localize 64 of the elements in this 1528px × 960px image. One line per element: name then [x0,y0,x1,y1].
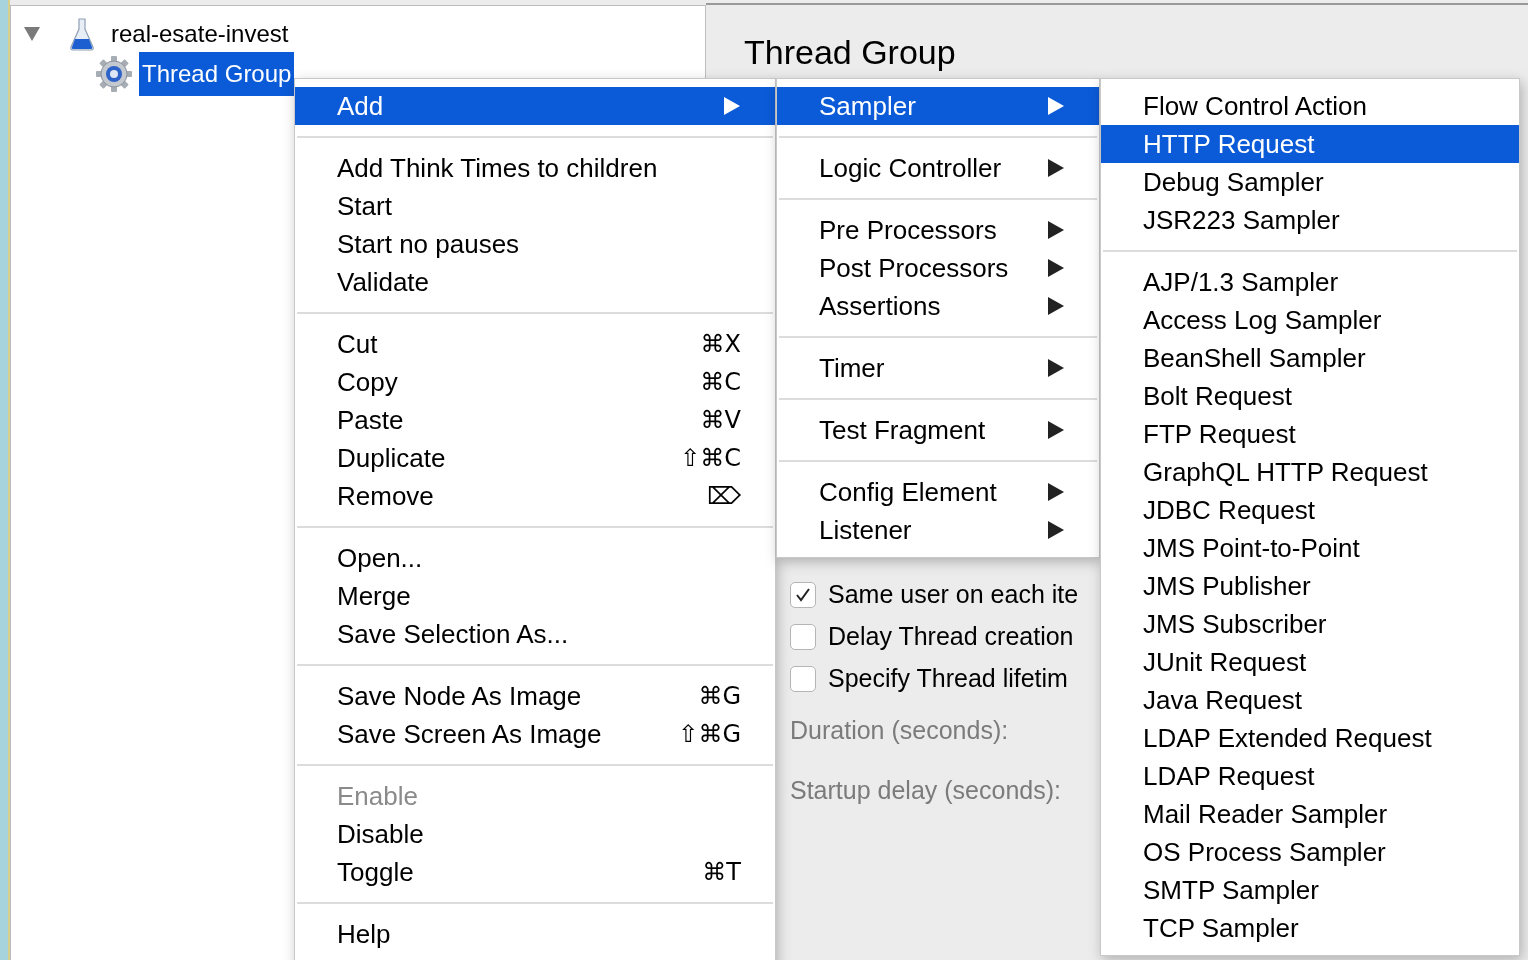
menu-item[interactable]: OS Process Sampler [1101,833,1519,871]
menu-item[interactable]: Mail Reader Sampler [1101,795,1519,833]
menu-item[interactable]: JDBC Request [1101,491,1519,529]
menu-item[interactable]: Java Request [1101,681,1519,719]
menu-item[interactable]: Toggle ⌘T [295,853,775,891]
menu-item[interactable]: Config Element [777,473,1099,511]
menu-item[interactable]: Flow Control Action [1101,87,1519,125]
tree-item[interactable]: Thread Group [139,52,295,96]
menu-item[interactable]: TCP Sampler [1101,909,1519,947]
menu-item[interactable]: Timer [777,349,1099,387]
checkbox-label: Specify Thread lifetim [828,663,1068,695]
menu-item[interactable]: FTP Request [1101,415,1519,453]
menu-item[interactable]: Pre Processors [777,211,1099,249]
menu-item[interactable]: Start no pauses [295,225,775,263]
menu-item[interactable]: Start [295,187,775,225]
menu-item[interactable]: Bolt Request [1101,377,1519,415]
checkmark-icon [795,587,811,603]
menu-item[interactable]: Add [295,87,775,125]
menu-item[interactable]: BeanShell Sampler [1101,339,1519,377]
menu-item[interactable]: Sampler [777,87,1099,125]
menu-item[interactable]: Cut ⌘X [295,325,775,363]
menu-item[interactable]: HTTP Request [1101,125,1519,163]
menu-item[interactable]: Add Think Times to children [295,149,775,187]
menu-item[interactable]: JSR223 Sampler [1101,201,1519,239]
menu-item[interactable]: Paste ⌘V [295,401,775,439]
menu-item[interactable]: Duplicate ⇧⌘C [295,439,775,477]
checkbox[interactable] [790,666,816,692]
field-label: Startup delay (seconds): [790,774,1061,806]
checkbox-label: Same user on each ite [828,579,1079,611]
menu-item[interactable]: Validate [295,263,775,301]
checkbox[interactable] [790,582,816,608]
menu-item[interactable]: Merge [295,577,775,615]
menu-item[interactable]: JMS Publisher [1101,567,1519,605]
menu-item[interactable]: Debug Sampler [1101,163,1519,201]
menu-item[interactable]: Remove ⌦ [295,477,775,515]
gear-icon [95,55,133,93]
menu-item[interactable]: Save Node As Image ⌘G [295,677,775,715]
menu-item[interactable]: Open... [295,539,775,577]
flask-icon [69,17,95,51]
menu-item[interactable]: Access Log Sampler [1101,301,1519,339]
menu-item[interactable]: JMS Point-to-Point [1101,529,1519,567]
menu-item[interactable]: SMTP Sampler [1101,871,1519,909]
panel-title: Thread Group [743,32,957,73]
menu-item[interactable]: JMS Subscriber [1101,605,1519,643]
menu-item[interactable]: LDAP Request [1101,757,1519,795]
menu-item[interactable]: Save Selection As... [295,615,775,653]
menu-item[interactable]: JUnit Request [1101,643,1519,681]
menu-item[interactable]: Test Fragment [777,411,1099,449]
expand-triangle-icon[interactable] [23,26,41,42]
menu-item[interactable]: Assertions [777,287,1099,325]
menu-item[interactable]: Copy ⌘C [295,363,775,401]
checkbox-label: Delay Thread creation [828,621,1074,653]
field-label: Duration (seconds): [790,715,1009,746]
menu-item[interactable]: Logic Controller [777,149,1099,187]
menu-item[interactable]: GraphQL HTTP Request [1101,453,1519,491]
menu-item[interactable]: Help [295,915,775,953]
menu-item[interactable]: Disable [295,815,775,853]
menu-item[interactable]: Post Processors [777,249,1099,287]
tree-item[interactable]: real-esate-invest [109,16,291,52]
menu-item[interactable]: AJP/1.3 Sampler [1101,263,1519,301]
menu-item[interactable]: LDAP Extended Request [1101,719,1519,757]
menu-item[interactable]: Listener [777,511,1099,549]
menu-item[interactable]: Save Screen As Image ⇧⌘G [295,715,775,753]
checkbox[interactable] [790,624,816,650]
